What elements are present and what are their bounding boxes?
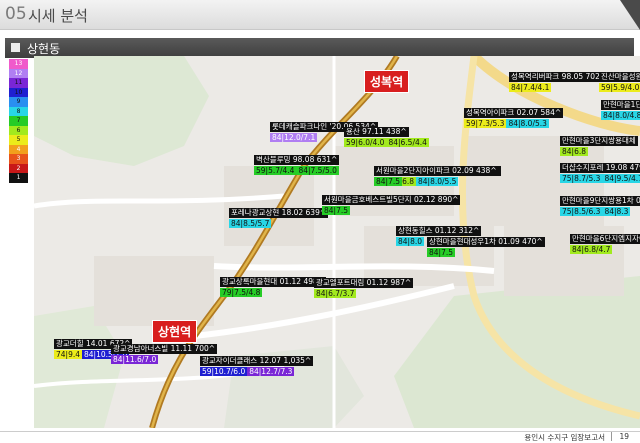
map-area[interactable]: 성복역 상현역 성복역리버파크 98.05 702^ 84|7.4/4.1 진산마을… xyxy=(34,56,640,428)
price-tag: 84|7.5/5.0 xyxy=(296,165,339,175)
apartment-title: 만현마을3단지쌍용대체 xyxy=(560,136,638,146)
apartment-title: 포레나광교상현 18.02 639^ xyxy=(229,208,329,218)
report-name: 용인시 수지구 임장보고서 xyxy=(524,433,605,442)
legend-level: 12 xyxy=(9,68,28,78)
apartment-label[interactable]: 포레나광교상현 18.02 639^ 84|8.5/5.7 xyxy=(229,208,329,228)
price-tag: 84|7.5 xyxy=(374,176,402,186)
bullet-square-icon xyxy=(11,43,20,52)
price-tag: 84|6.7/3.7 xyxy=(314,288,357,298)
apartment-label[interactable]: 만현마을9단지쌍용1차 01.06 992^75|8.5/6.384|8.3 xyxy=(560,196,640,216)
apartment-title: 서원마을2단지아이파크 02.09 438^ xyxy=(374,166,499,176)
price-tag: 84|8.0/5.3 xyxy=(506,118,549,128)
price-tag: 79|7.5/4.8 xyxy=(220,287,263,297)
apartment-label[interactable]: 성복역리버파크 98.05 702^ 84|7.4/4.1 xyxy=(509,72,609,92)
station-sanghyeon[interactable]: 상현역 xyxy=(152,320,198,343)
page-header: 05 시세 분석 xyxy=(0,0,640,30)
legend-level: 2 xyxy=(9,163,28,173)
apartment-label[interactable]: 만현마을6단지엠지자이 84|6.8/4.7 xyxy=(570,234,640,254)
price-tag: 84|8.5/5.7 xyxy=(229,218,272,228)
corner-decoration xyxy=(620,0,640,30)
legend-level: 5 xyxy=(9,135,28,145)
price-tag: 59|7.3/5.3 xyxy=(464,118,507,128)
price-tag: 84|8.0/4.8 xyxy=(601,110,640,120)
apartment-title: 광교경남아너스빌 11.11 700^ xyxy=(111,344,218,354)
price-tag: 74|9.4 xyxy=(54,349,82,359)
price-legend: 13 12 11 10 9 8 7 6 5 4 3 2 1 xyxy=(9,59,28,183)
price-tag: 84|6.8 xyxy=(560,146,588,156)
price-tag: 75|8.5/6.3 xyxy=(560,206,603,216)
page-title: 시세 분석 xyxy=(28,7,88,25)
apartment-title: 광교엘포트대림 01.12 987^ xyxy=(314,278,414,288)
legend-level: 6 xyxy=(9,125,28,135)
price-tag: 59|5.9/4.0 xyxy=(599,82,640,92)
price-tag: 84|8.0 xyxy=(396,236,424,246)
price-tag: 84|7.4/4.1 xyxy=(509,82,552,92)
legend-level: 11 xyxy=(9,78,28,88)
price-tag: 84|11.6/7.0 xyxy=(111,354,159,364)
apartment-title: 광교상록마을현대 01.12 498^ xyxy=(220,277,327,287)
apartment-label[interactable]: 벽산블루밍 98.08 631^ 59|5.7/4.4 84|7.5/5.0 xyxy=(254,155,340,175)
legend-level: 8 xyxy=(9,106,28,116)
apartment-title: 상현마을현대성우1차 01.09 470^ xyxy=(427,237,545,247)
section-number: 05 xyxy=(5,4,27,24)
apartment-title: 만현마을1단지로대체을 02 xyxy=(601,100,640,110)
price-tag: 84|8.3 xyxy=(602,206,631,216)
apartment-title: 만현마을6단지엠지자이 xyxy=(570,234,640,244)
apartment-label[interactable]: 만현마을3단지쌍용대체 84|6.8 xyxy=(560,136,638,156)
subheader-title: 상현동 xyxy=(27,42,61,56)
price-tag: 84|12.0/7.1 xyxy=(270,132,318,142)
price-tag: 84|9.5/4.7 xyxy=(602,173,640,183)
price-tag: 84|6.8/4.7 xyxy=(570,244,613,254)
apartment-title: 성복역아이파크 02.07 584^ xyxy=(464,108,564,118)
price-tag: 84|12.7/7.3 xyxy=(247,366,295,376)
apartment-label[interactable]: 진산마을성원59|5.9/4.084|7.2/4.9 xyxy=(599,72,640,92)
apartment-label[interactable]: 광교엘포트대림 01.12 987^ 84|6.7/3.7 xyxy=(314,278,414,298)
subheader-bar: 상현동 xyxy=(5,38,634,58)
apartment-label[interactable]: 상현마을현대성우1차 01.09 470^ 84|7.5 xyxy=(427,237,545,257)
apartment-title: 상현동힐스 01.12 312^ xyxy=(396,226,482,236)
apartment-label[interactable]: 만현마을1단지로대체을 0284|8.0/4.8 xyxy=(601,100,640,120)
apartment-title: 만현마을9단지쌍용1차 01.06 992^ xyxy=(560,196,640,206)
price-tag: 84|7.5 xyxy=(427,247,455,257)
legend-level: 4 xyxy=(9,144,28,154)
legend-level: 1 xyxy=(9,173,28,183)
apartment-title: 더샵수지포레 19.08 479^ xyxy=(560,163,640,173)
legend-level: 13 xyxy=(9,59,28,69)
apartment-label[interactable]: 용산 97.11 438^ 59|6.0/4.0 84|6.5/4.4 xyxy=(344,127,429,147)
legend-level: 3 xyxy=(9,154,28,164)
legend-level: 9 xyxy=(9,97,28,107)
apartment-title: 서원마을금호베스트빌5단지 02.12 890^ xyxy=(322,195,461,205)
price-tag: 59|10.7/6.0 xyxy=(200,366,248,376)
apartment-title: 성복역리버파크 98.05 702^ xyxy=(509,72,609,82)
apartment-label[interactable]: 서원마을금호베스트빌5단지 02.12 890^ 84|7.5 xyxy=(322,195,461,215)
footer-separator xyxy=(611,432,612,441)
price-tag: 59|5.7/4.4 xyxy=(254,165,297,175)
station-seongbok[interactable]: 성복역 xyxy=(364,70,410,93)
apartment-label[interactable]: 더샵수지포레 19.08 479^75|8.7/5.384|9.5/4.7 xyxy=(560,163,640,183)
price-tag: 75|8.7/5.3 xyxy=(560,173,603,183)
page-number: 19 xyxy=(619,432,629,441)
price-tag: 84|7.5 xyxy=(322,205,350,215)
apartment-title: 용산 97.11 438^ xyxy=(344,127,409,137)
apartment-title: 광교자이더클래스 12.07 1,035^ xyxy=(200,356,314,366)
price-tag: 84|6.5/4.4 xyxy=(386,137,429,147)
page: 05 시세 분석 상현동 13 12 11 10 9 8 7 6 5 4 3 2 1 xyxy=(0,0,640,443)
apartment-label[interactable]: 광교상록마을현대 01.12 498^ 79|7.5/4.8 xyxy=(220,277,327,297)
apartment-label[interactable]: 성복역아이파크 02.07 584^ 59|7.3/5.3 84|8.0/5.3 xyxy=(464,108,564,128)
apartment-title: 진산마을성원 xyxy=(599,72,640,82)
legend-level: 7 xyxy=(9,116,28,126)
legend-level: 10 xyxy=(9,87,28,97)
apartment-label[interactable]: 서원마을2단지아이파크 02.09 438^ 84|7.5 xyxy=(374,166,499,186)
apartment-label[interactable]: 광교자이더클래스 12.07 1,035^ 59|10.7/6.0 84|12.7/… xyxy=(200,356,314,376)
price-tag: 59|6.0/4.0 xyxy=(344,137,387,147)
page-footer: 용인시 수지구 임장보고서 19 xyxy=(0,428,640,443)
apartment-title: 벽산블루밍 98.08 631^ xyxy=(254,155,340,165)
